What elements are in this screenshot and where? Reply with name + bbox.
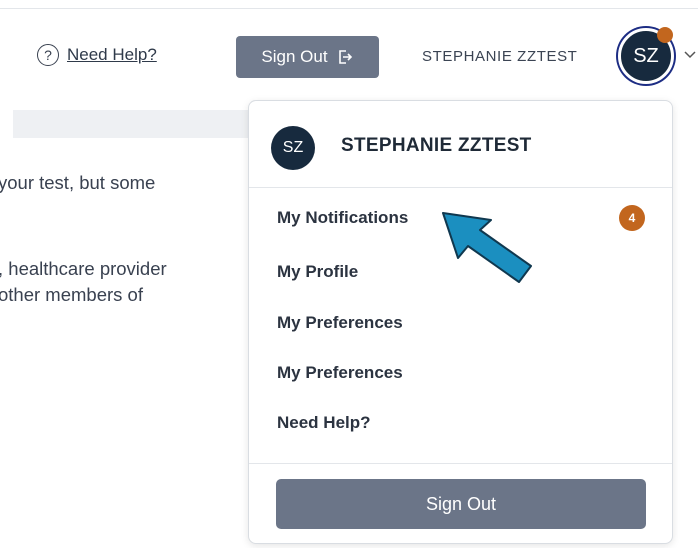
menu-item-need-help[interactable]: Need Help? <box>277 413 371 433</box>
sign-out-button[interactable]: Sign Out <box>236 36 379 78</box>
avatar-initials: SZ <box>633 44 659 67</box>
content-header-band <box>13 110 253 138</box>
top-divider <box>0 8 698 9</box>
user-menu-dropdown: SZ STEPHANIE ZZTEST My Notifications 4 M… <box>248 100 673 544</box>
user-name: STEPHANIE ZZTEST <box>422 48 578 65</box>
need-help-link[interactable]: ? Need Help? <box>37 44 157 66</box>
sign-out-label: Sign Out <box>261 47 328 66</box>
chevron-down-icon[interactable] <box>683 50 697 60</box>
dropdown-avatar: SZ <box>271 126 315 170</box>
dropdown-header: SZ STEPHANIE ZZTEST <box>249 101 672 188</box>
menu-item-notifications[interactable]: My Notifications <box>277 208 408 228</box>
background-text-line: your test, but some <box>0 172 156 193</box>
dropdown-sign-out-button[interactable]: Sign Out <box>276 479 646 529</box>
dropdown-avatar-initials: SZ <box>282 139 304 156</box>
question-circle-icon: ? <box>37 44 59 66</box>
notification-count-badge: 4 <box>619 205 645 231</box>
dropdown-divider <box>249 463 672 464</box>
need-help-label: Need Help? <box>67 45 157 64</box>
background-text-line: , healthcare provider <box>0 258 167 279</box>
dropdown-sign-out-label: Sign Out <box>425 493 497 514</box>
menu-item-profile[interactable]: My Profile <box>277 262 358 282</box>
background-text-line: other members of <box>0 284 143 305</box>
menu-item-preferences[interactable]: My Preferences <box>277 313 403 333</box>
menu-item-preferences[interactable]: My Preferences <box>277 363 403 383</box>
background-content: your test, but some , healthcare provide… <box>0 160 250 320</box>
dropdown-user-name: STEPHANIE ZZTEST <box>341 135 532 156</box>
sign-out-icon <box>338 50 352 64</box>
notification-dot <box>657 27 673 43</box>
